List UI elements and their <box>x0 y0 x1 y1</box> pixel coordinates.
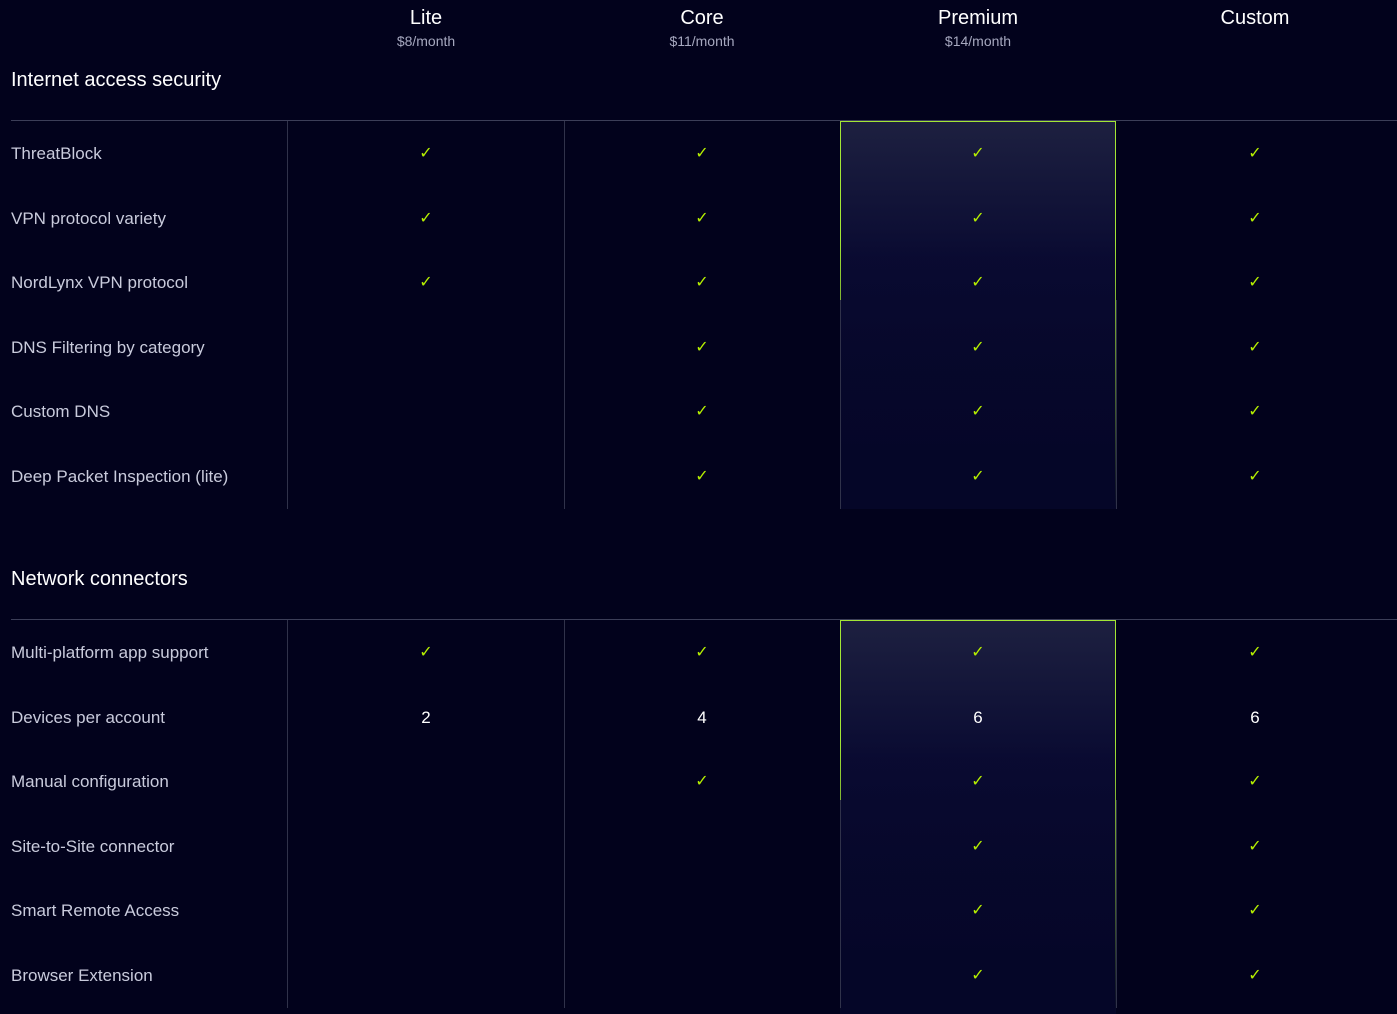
feature-label: Smart Remote Access <box>11 901 180 921</box>
check-icon: ✓ <box>1248 145 1262 162</box>
table-row: Manual configuration ✓ ✓ ✓ <box>0 750 1397 814</box>
feature-value <box>564 944 840 1008</box>
check-icon: ✓ <box>1248 837 1262 855</box>
check-icon: ✓ <box>971 209 985 227</box>
feature-label: Custom DNS <box>11 402 111 422</box>
feature-label: Manual configuration <box>11 772 169 792</box>
table-row: Deep Packet Inspection (lite) ✓ ✓ ✓ <box>0 445 1397 509</box>
table-row: Multi-platform app support ✓ ✓ ✓ ✓ <box>0 621 1397 685</box>
feature-label: Browser Extension <box>11 966 153 985</box>
feature-label: Deep Packet Inspection (lite) <box>11 467 229 486</box>
check-icon: ✓ <box>1248 403 1262 421</box>
plan-name: Premium <box>937 7 1018 29</box>
check-icon: ✓ <box>695 145 709 162</box>
feature-label: ThreatBlock <box>11 144 102 163</box>
table-row: ThreatBlock ✓ ✓ ✓ ✓ <box>0 122 1397 186</box>
check-icon: ✓ <box>971 902 985 920</box>
plan-header-lite: Lite $8/month <box>288 6 564 51</box>
check-icon: ✓ <box>971 274 985 292</box>
check-icon: ✓ <box>1248 468 1262 485</box>
table-row: Custom DNS ✓ ✓ ✓ <box>0 380 1397 444</box>
table-row: Smart Remote Access ✓ ✓ <box>0 879 1397 943</box>
check-icon: ✓ <box>1248 967 1262 984</box>
table-row: DNS Filtering by category ✓ ✓ ✓ <box>0 316 1397 380</box>
check-icon: ✓ <box>1248 902 1262 920</box>
plan-comparison-table: Lite $8/month Core $11/month Premium $14… <box>0 0 1397 1014</box>
check-icon: ✓ <box>695 644 709 661</box>
plan-price: $11/month <box>669 33 735 49</box>
feature-value <box>288 750 564 814</box>
check-icon: ✓ <box>971 468 985 485</box>
plan-price: $14/month <box>944 33 1012 49</box>
feature-label: DNS Filtering by category <box>11 337 205 357</box>
feature-value <box>288 944 564 1008</box>
check-icon: ✓ <box>1248 773 1262 791</box>
feature-label: Multi-platform app support <box>11 643 209 662</box>
check-icon: ✓ <box>971 338 985 356</box>
check-icon: ✓ <box>1248 338 1262 356</box>
feature-value <box>288 445 564 509</box>
plan-name: Core <box>680 7 724 29</box>
check-icon: ✓ <box>695 338 709 356</box>
check-icon: ✓ <box>419 274 433 292</box>
feature-label: NordLynx VPN protocol <box>11 273 189 293</box>
check-icon: ✓ <box>419 644 433 661</box>
feature-value: 4 <box>697 707 707 727</box>
plan-name: Lite <box>409 7 443 29</box>
feature-value <box>288 380 564 444</box>
section-title-network-connectors: Network connectors <box>11 568 188 590</box>
plan-header-custom: Custom <box>1117 6 1393 31</box>
check-icon: ✓ <box>971 967 985 984</box>
plan-header-premium: Premium $14/month <box>840 6 1116 51</box>
feature-label: Devices per account <box>11 707 166 727</box>
check-icon: ✓ <box>695 274 709 292</box>
check-icon: ✓ <box>971 644 985 661</box>
feature-value: 2 <box>421 707 431 727</box>
check-icon: ✓ <box>419 209 433 227</box>
feature-value <box>564 815 840 879</box>
feature-value <box>288 316 564 380</box>
check-icon: ✓ <box>419 145 433 162</box>
plan-header-core: Core $11/month <box>564 6 840 51</box>
plan-price: $8/month <box>396 33 456 49</box>
plan-name: Custom <box>1220 7 1290 29</box>
feature-value <box>564 879 840 943</box>
check-icon: ✓ <box>1248 274 1262 292</box>
check-icon: ✓ <box>1248 209 1262 227</box>
feature-value <box>288 879 564 943</box>
check-icon: ✓ <box>695 468 709 485</box>
check-icon: ✓ <box>971 773 985 791</box>
check-icon: ✓ <box>1248 644 1262 661</box>
check-icon: ✓ <box>971 145 985 162</box>
check-icon: ✓ <box>971 837 985 855</box>
check-icon: ✓ <box>695 403 709 421</box>
check-icon: ✓ <box>695 209 709 227</box>
feature-value: 6 <box>1250 707 1260 727</box>
section-title-internet-access-security: Internet access security <box>11 69 222 91</box>
section-divider <box>11 619 1397 620</box>
section-divider <box>11 120 1397 121</box>
table-row: Browser Extension ✓ ✓ <box>0 944 1397 1008</box>
feature-label: VPN protocol variety <box>11 208 166 228</box>
check-icon: ✓ <box>971 403 985 421</box>
table-row: Site-to-Site connector ✓ ✓ <box>0 815 1397 879</box>
feature-label: Site-to-Site connector <box>11 836 175 856</box>
feature-value <box>288 815 564 879</box>
table-row: NordLynx VPN protocol ✓ ✓ ✓ ✓ <box>0 251 1397 315</box>
table-row: VPN protocol variety ✓ ✓ ✓ ✓ <box>0 187 1397 251</box>
table-row: Devices per account 2 4 6 6 <box>0 686 1397 750</box>
feature-value: 6 <box>973 707 983 727</box>
check-icon: ✓ <box>695 773 709 791</box>
